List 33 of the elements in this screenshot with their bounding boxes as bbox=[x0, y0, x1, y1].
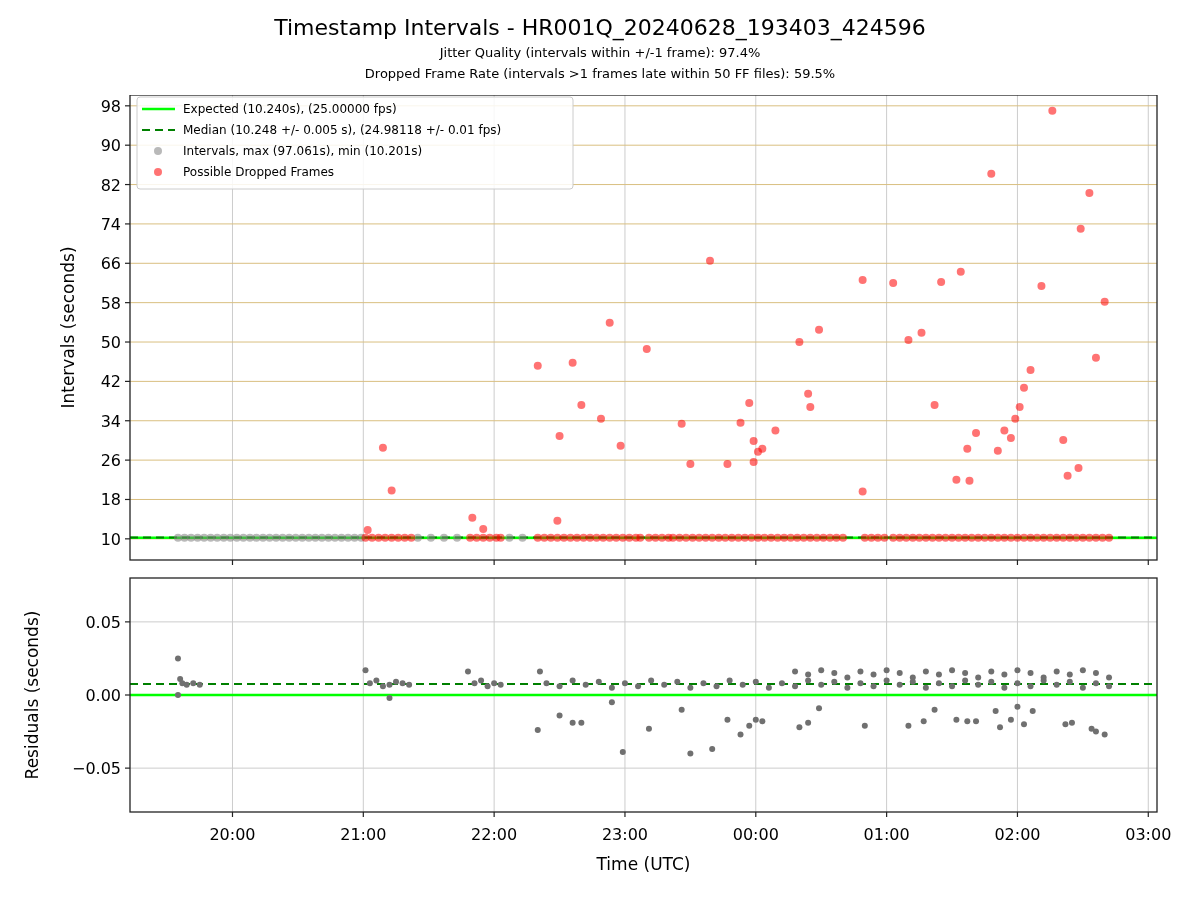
axis-label: Time (UTC) bbox=[596, 854, 691, 874]
tick-label: 42 bbox=[100, 372, 121, 392]
tick-label: 66 bbox=[100, 254, 121, 274]
tick-label: 10 bbox=[100, 529, 121, 549]
tick-label: 82 bbox=[100, 175, 121, 195]
tick-label: 01:00 bbox=[863, 825, 910, 844]
chart-subtitle: Jitter Quality (intervals within +/-1 frame): 97.4% bbox=[439, 44, 761, 62]
tick-label: 18 bbox=[100, 490, 121, 510]
tick-label: 26 bbox=[100, 451, 121, 471]
tick-label: 98 bbox=[100, 96, 121, 116]
tick-label: 50 bbox=[100, 333, 121, 352]
tick-label: −0.05 bbox=[71, 759, 121, 779]
tick-label: 03:00 bbox=[1125, 825, 1172, 844]
tick-label: 34 bbox=[100, 411, 121, 431]
chart-title: Timestamp Intervals - HR001Q_20240628_193403_424596 bbox=[274, 14, 926, 42]
tick-label: 20:00 bbox=[209, 825, 256, 844]
legend-label: Expected (10.240s), (25.00000 fps) bbox=[183, 102, 397, 116]
legend-label: Median (10.248 +/- 0.005 s), (24.98118 +/- 0.01 fps) bbox=[183, 123, 502, 137]
tick-label: 0.05 bbox=[85, 612, 121, 632]
axis-label: Residuals (seconds) bbox=[22, 610, 42, 780]
tick-label: 22:00 bbox=[471, 825, 518, 844]
legend-label: Possible Dropped Frames bbox=[183, 165, 335, 179]
chart-subtitle: Dropped Frame Rate (intervals >1 frames late within 50 FF files): 59.5% bbox=[364, 65, 836, 83]
tick-label: 58 bbox=[100, 293, 121, 313]
tick-label: 90 bbox=[100, 136, 121, 156]
axis-label: Intervals (seconds) bbox=[58, 246, 78, 409]
tick-label: 74 bbox=[100, 214, 121, 234]
legend-label: Intervals, max (97.061s), min (10.201s) bbox=[183, 144, 423, 158]
tick-label: 00:00 bbox=[732, 825, 779, 844]
tick-label: 02:00 bbox=[994, 825, 1041, 844]
tick-label: 0.00 bbox=[85, 686, 121, 705]
tick-label: 23:00 bbox=[601, 825, 648, 844]
tick-label: 21:00 bbox=[340, 825, 387, 844]
